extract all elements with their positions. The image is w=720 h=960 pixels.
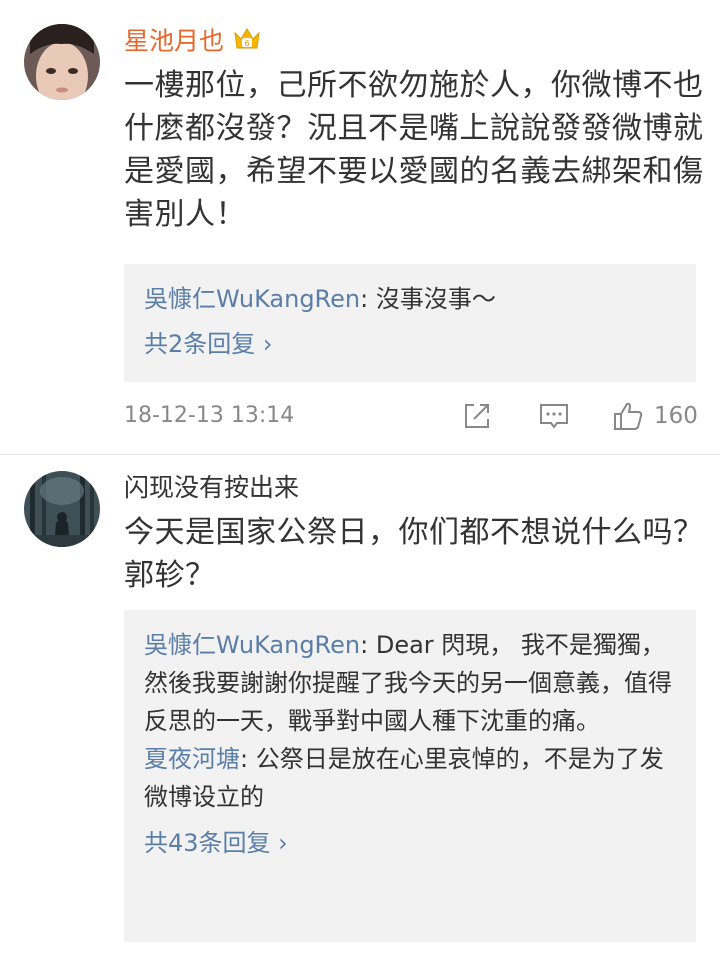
reply-author[interactable]: 吳慷仁WuKangRen [144, 631, 360, 659]
reply-box[interactable]: 吳慷仁WuKangRen: Dear 閃現， 我不是獨獨，然後我要謝謝你提醒了我… [124, 610, 696, 942]
avatar[interactable] [24, 471, 100, 547]
crown-badge-icon: 6 [232, 26, 262, 59]
like-button[interactable]: 160 [612, 400, 698, 432]
share-icon [465, 404, 489, 428]
avatar[interactable] [24, 24, 100, 100]
username[interactable]: 星池月也 6 [124, 26, 262, 59]
comment-icon [540, 404, 568, 429]
reply-author[interactable]: 吳慷仁WuKangRen [144, 285, 360, 313]
reply-box[interactable]: 吳慷仁WuKangRen: 沒事沒事～ 共2条回复 › [124, 264, 696, 382]
share-button[interactable] [462, 400, 492, 432]
comment-text: 今天是国家公祭日，你们都不想说什么吗？郭轸？ [124, 515, 704, 593]
username[interactable]: 闪现没有按出来 [124, 473, 299, 503]
comment-footer: 18-12-13 13:14 160 [124, 400, 700, 432]
comment-1: 星池月也 6 一樓那位，己所不欲勿施於人，你微博不也什麼都沒發？況且不是嘴上說說… [0, 0, 720, 455]
svg-text:6: 6 [244, 39, 249, 48]
reply-author[interactable]: 夏夜河塘 [144, 745, 240, 773]
reply-item[interactable]: 夏夜河塘: 公祭日是放在心里哀悼的，不是为了发微博设立的 [124, 740, 696, 816]
more-replies-link[interactable]: 共2条回复 › [124, 325, 696, 363]
comment-button[interactable] [538, 400, 570, 432]
like-count: 160 [654, 403, 698, 429]
reply-item[interactable]: 吳慷仁WuKangRen: 沒事沒事～ [124, 280, 696, 318]
comment-2: 闪现没有按出来 今天是国家公祭日，你们都不想说什么吗？郭轸？ 吳慷仁WuKang… [0, 455, 720, 960]
reply-item[interactable]: 吳慷仁WuKangRen: Dear 閃現， 我不是獨獨，然後我要謝謝你提醒了我… [124, 626, 696, 740]
timestamp: 18-12-13 13:14 [124, 403, 295, 428]
more-replies-link[interactable]: 共43条回复 › [124, 824, 696, 862]
comment-text: 一樓那位，己所不欲勿施於人，你微博不也什麼都沒發？況且不是嘴上說說發發微博就是愛… [124, 68, 704, 232]
thumbs-up-icon [614, 402, 643, 430]
reply-text: : 沒事沒事～ [360, 285, 496, 313]
